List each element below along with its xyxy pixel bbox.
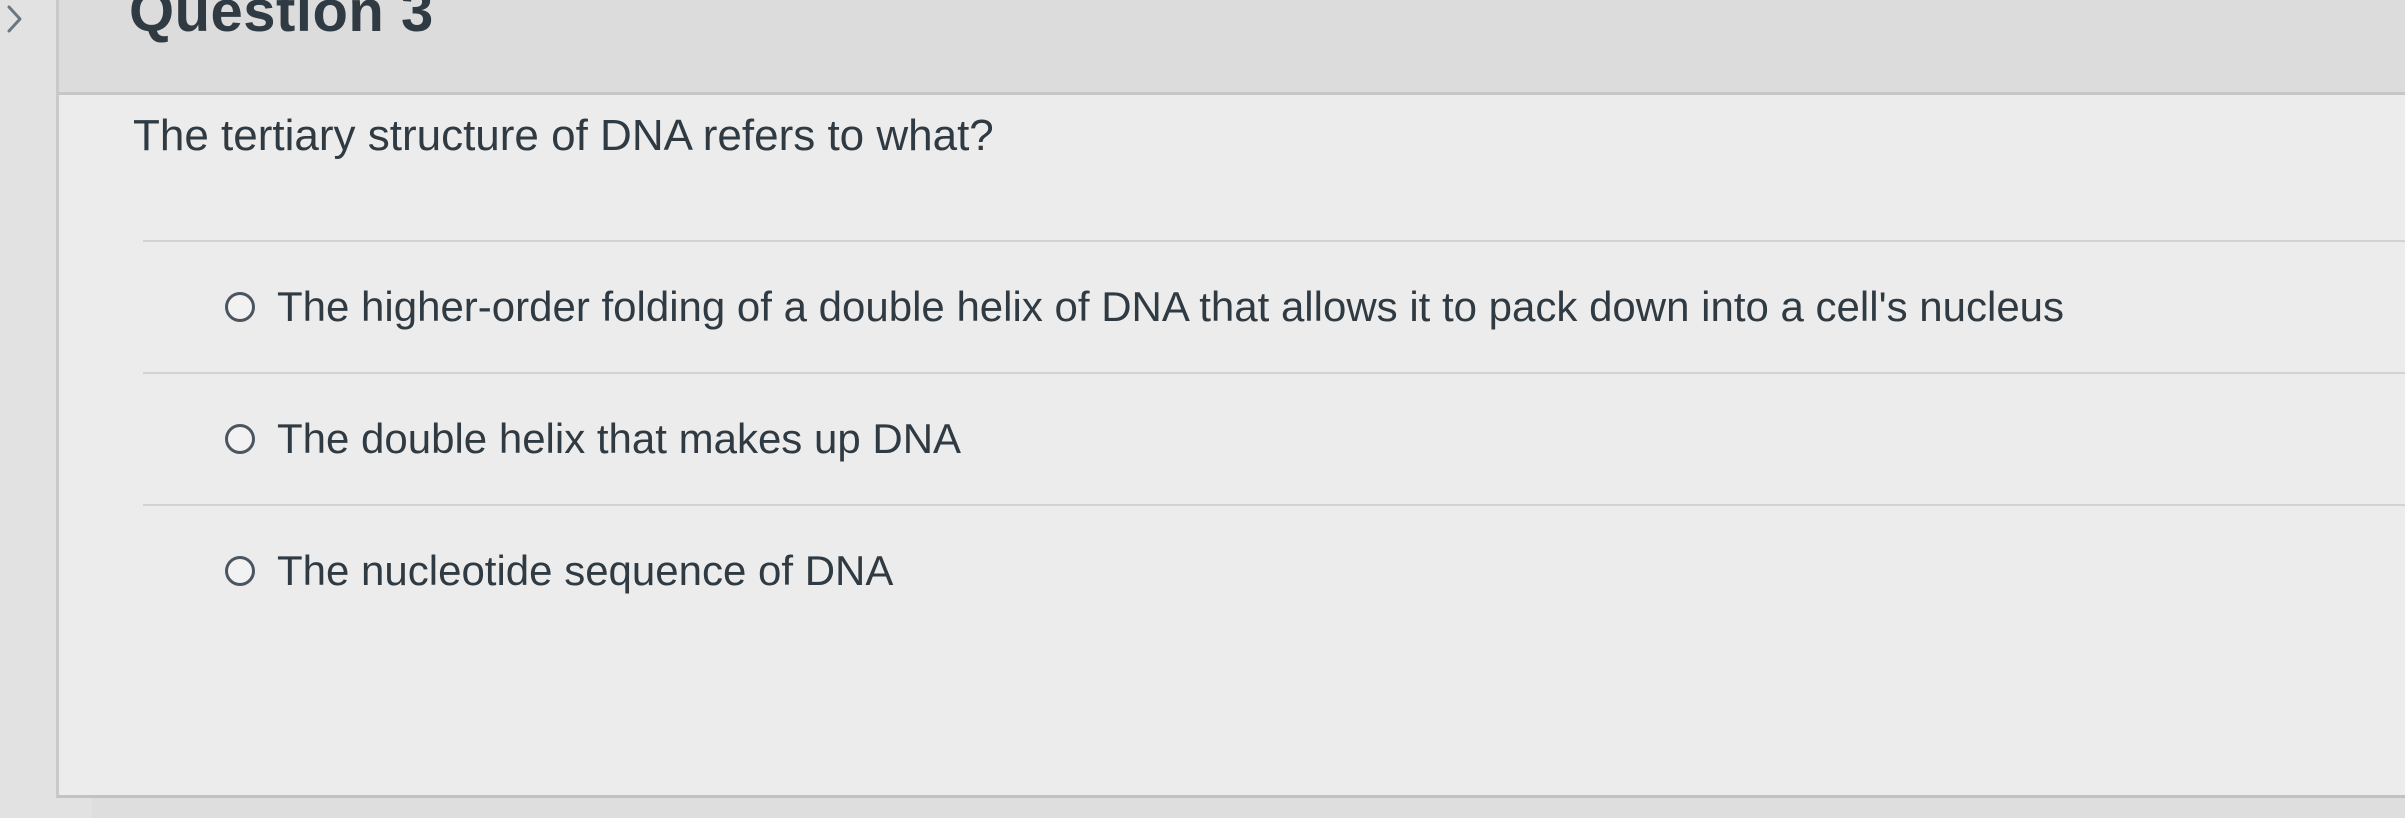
answer-option[interactable]: The nucleotide sequence of DNA [143,504,2405,636]
answer-label[interactable]: The double helix that makes up DNA [277,414,961,464]
quiz-page: Question 3 The tertiary structure of DNA… [0,0,2405,818]
answer-label[interactable]: The nucleotide sequence of DNA [277,546,893,596]
question-text: The tertiary structure of DNA refers to … [133,111,994,160]
radio-button-icon[interactable] [225,556,255,586]
chevron-right-icon[interactable] [6,4,24,34]
radio-button-icon[interactable] [225,424,255,454]
question-title: Question 3 [129,0,434,44]
question-header: Question 3 [59,0,2405,95]
answer-option[interactable]: The higher-order folding of a double hel… [143,240,2405,372]
answer-option[interactable]: The double helix that makes up DNA [143,372,2405,504]
answer-label[interactable]: The higher-order folding of a double hel… [277,282,2064,332]
answer-list: The higher-order folding of a double hel… [143,240,2405,636]
radio-button-icon[interactable] [225,292,255,322]
question-card: Question 3 The tertiary structure of DNA… [56,0,2405,798]
